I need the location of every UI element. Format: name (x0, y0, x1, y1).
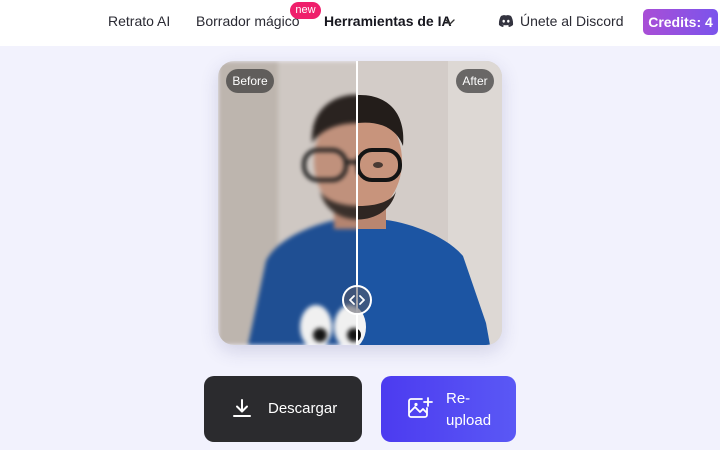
compare-slider-handle[interactable] (342, 285, 372, 315)
chevron-down-icon[interactable] (444, 16, 456, 28)
top-navigation: Retrato AI Borrador mágico new Herramien… (0, 0, 720, 46)
download-icon (233, 399, 251, 417)
download-button[interactable]: Descargar (204, 376, 362, 442)
image-plus-icon (408, 397, 433, 418)
before-after-comparison[interactable]: Before After (218, 61, 502, 345)
discord-link[interactable]: Únete al Discord (520, 13, 624, 29)
nav-retrato-ai[interactable]: Retrato AI (108, 13, 170, 29)
reupload-label-line2: upload (446, 412, 492, 429)
nav-herramientas-ia[interactable]: Herramientas de IA (324, 13, 452, 29)
reupload-button[interactable]: Re- upload (381, 376, 516, 442)
reupload-label-line1: Re- (446, 390, 471, 407)
new-badge: new (290, 2, 321, 19)
after-photo (357, 61, 502, 345)
after-label: After (456, 69, 494, 93)
download-label: Descargar (268, 400, 338, 417)
reupload-label: Re- upload (446, 388, 506, 432)
compare-arrows-icon (349, 295, 365, 305)
discord-icon[interactable] (498, 14, 514, 28)
nav-borrador-magico[interactable]: Borrador mágico (196, 13, 300, 29)
after-photo-region (357, 61, 502, 345)
credits-badge[interactable]: Credits: 4 (643, 9, 718, 35)
before-label: Before (226, 69, 274, 93)
